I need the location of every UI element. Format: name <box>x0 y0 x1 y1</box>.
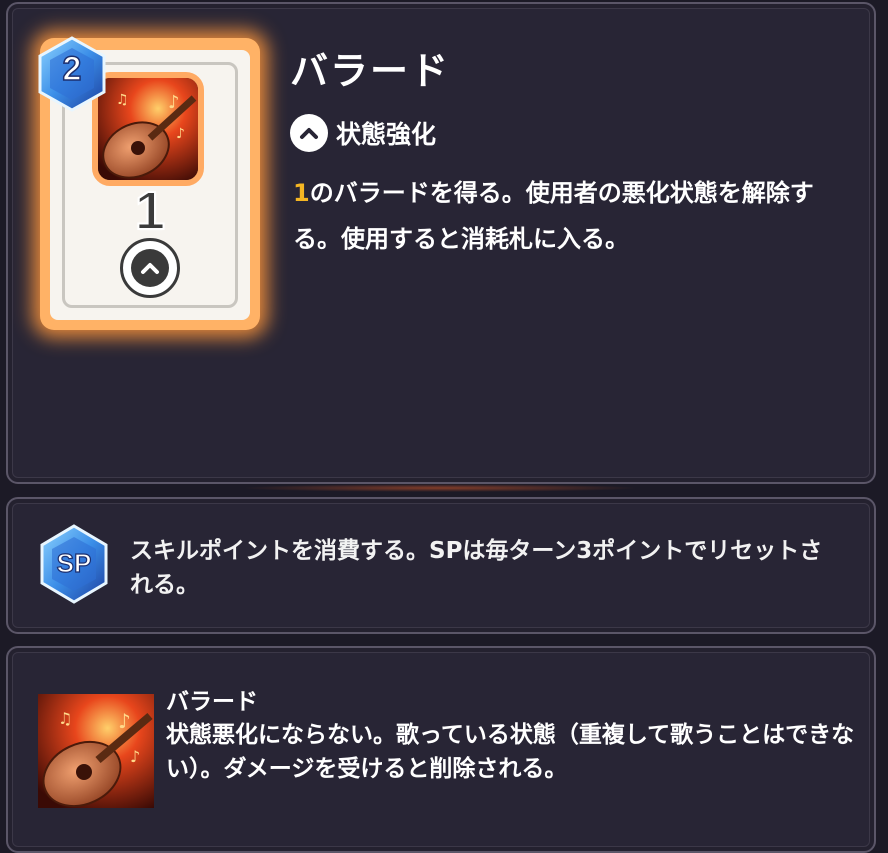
description-highlight-number: 1 <box>293 179 310 207</box>
svg-text:♪: ♪ <box>168 92 180 113</box>
svg-text:♪: ♪ <box>130 747 140 766</box>
chevron-up-icon <box>141 263 159 274</box>
description-text: のバラードを得る。使用者の悪化状態を解除する。使用すると消耗札に入る。 <box>293 179 814 253</box>
buff-icon-lute: ♪ ♫ ♪ <box>38 694 154 808</box>
buff-description: 状態悪化にならない。歌っている状態（重複して歌うことはできない）。ダメージを受け… <box>166 722 855 782</box>
card-description: 1のバラードを得る。使用者の悪化状態を解除する。使用すると消耗札に入る。 <box>293 170 838 262</box>
card-type-label: 状態強化 <box>336 120 437 149</box>
card-level: 2 <box>62 49 82 89</box>
buff-name: バラード <box>166 689 258 715</box>
panel-divider-glow <box>240 484 640 492</box>
card-type-row: 状態強化 <box>290 114 436 152</box>
svg-text:♪: ♪ <box>118 709 131 733</box>
chevron-up-icon <box>290 114 328 152</box>
svg-text:♫: ♫ <box>58 709 72 728</box>
card-cost: 1 <box>134 180 166 242</box>
card-type-badge <box>120 238 180 298</box>
card-title: バラード <box>290 49 451 93</box>
svg-text:♫: ♫ <box>116 92 129 108</box>
card-art-lute: ♪ ♫ ♪ <box>92 72 204 186</box>
sp-description: スキルポイントを消費する。SPは毎ターン3ポイントでリセットされる。 <box>130 538 823 598</box>
svg-text:♪: ♪ <box>176 126 185 142</box>
sp-icon-label: SP <box>56 547 92 578</box>
